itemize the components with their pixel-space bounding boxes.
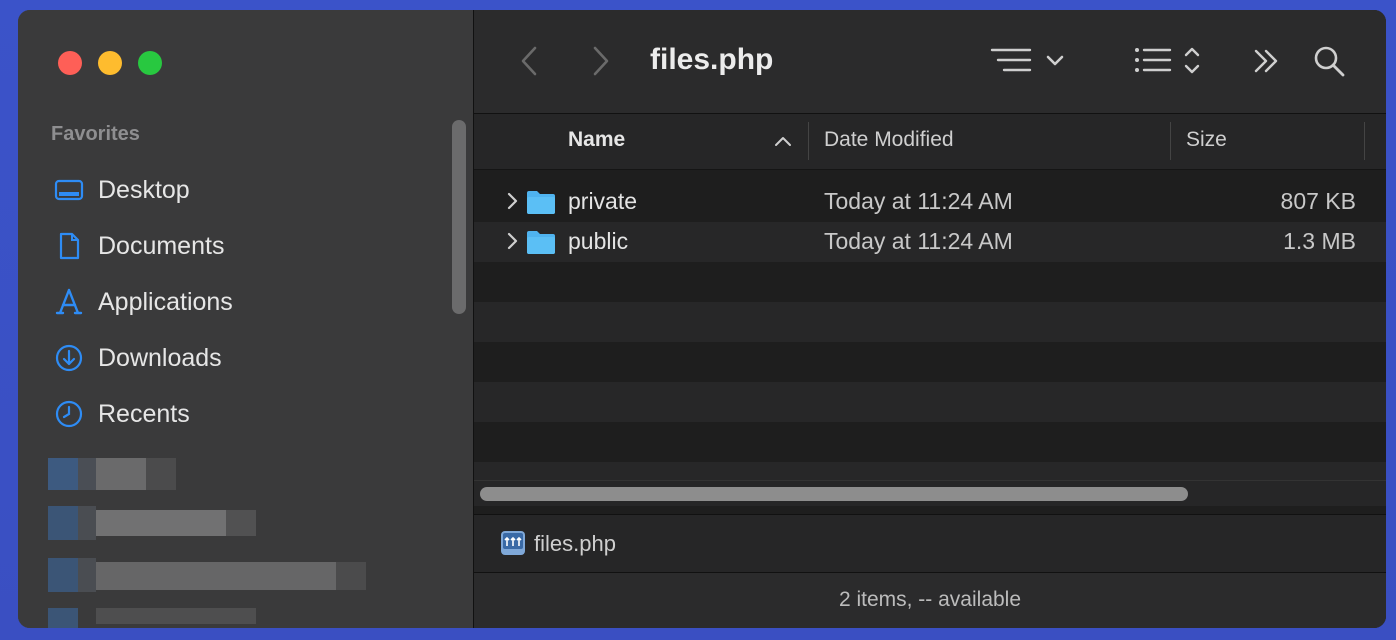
disclosure-chevron-icon[interactable] (506, 230, 520, 258)
applications-icon (52, 285, 86, 319)
horizontal-scrollbar-track (474, 480, 1386, 506)
sidebar-item-recents[interactable]: Recents (52, 386, 233, 442)
minimize-button[interactable] (98, 51, 122, 75)
empty-row (474, 342, 1386, 382)
chevron-left-icon (521, 46, 537, 76)
favorites-heading: Favorites (51, 123, 140, 145)
column-headers: Name Date Modified Size (474, 114, 1386, 170)
search-icon (1314, 46, 1345, 77)
sidebar-item-desktop[interactable]: Desktop (52, 162, 233, 218)
sidebar: Favorites Desktop Documents Applications (18, 10, 474, 628)
group-by-button[interactable] (990, 44, 1070, 78)
chevron-right-icon (593, 46, 609, 76)
sort-ascending-icon[interactable] (774, 130, 792, 154)
folder-icon (526, 228, 556, 262)
clock-icon (52, 397, 86, 431)
sidebar-item-downloads[interactable]: Downloads (52, 330, 233, 386)
favorites-list: Desktop Documents Applications Downloads (52, 162, 233, 442)
empty-row (474, 382, 1386, 422)
path-bar: files.php (474, 514, 1386, 572)
sidebar-item-label: Downloads (98, 343, 222, 372)
toolbar: files.php (474, 10, 1386, 114)
downloads-icon (52, 341, 86, 375)
column-header-name[interactable]: Name (568, 128, 625, 152)
file-date: Today at 11:24 AM (824, 228, 1013, 254)
sidebar-item-applications[interactable]: Applications (52, 274, 233, 330)
close-button[interactable] (58, 51, 82, 75)
sidebar-item-label: Desktop (98, 175, 190, 204)
forward-button[interactable] (590, 44, 612, 87)
folder-icon (526, 188, 556, 222)
empty-row (474, 262, 1386, 302)
sidebar-item-label: Documents (98, 231, 225, 260)
window-title: files.php (650, 43, 774, 76)
file-size: 807 KB (1280, 188, 1356, 214)
list-view-icon (1135, 47, 1200, 74)
column-separator[interactable] (808, 122, 809, 160)
status-bar: 2 items, -- available (474, 572, 1386, 628)
view-options-button[interactable] (1134, 44, 1206, 78)
disclosure-chevron-icon[interactable] (506, 190, 520, 218)
group-list-icon (990, 48, 1064, 72)
horizontal-scrollbar[interactable] (480, 487, 1188, 501)
more-toolbar-button[interactable] (1252, 44, 1282, 78)
desktop-icon (52, 173, 86, 207)
network-drive-icon[interactable] (500, 529, 526, 563)
sidebar-item-label: Recents (98, 399, 190, 428)
empty-row (474, 302, 1386, 342)
path-item[interactable]: files.php (534, 531, 616, 557)
main-pane: files.php Name Date Modified Size privat… (474, 10, 1386, 628)
sidebar-scrollbar[interactable] (452, 120, 466, 314)
empty-row (474, 422, 1386, 462)
file-date: Today at 11:24 AM (824, 188, 1013, 214)
file-name: private (568, 188, 638, 214)
status-text: 2 items, -- available (838, 588, 1022, 611)
file-row-public[interactable]: public Today at 11:24 AM 1.3 MB (474, 222, 1386, 262)
column-separator[interactable] (1170, 122, 1171, 160)
double-chevron-icon (1254, 49, 1278, 73)
file-row-private[interactable]: private Today at 11:24 AM 807 KB (474, 182, 1386, 222)
finder-window: Favorites Desktop Documents Applications (18, 10, 1386, 628)
column-header-date[interactable]: Date Modified (824, 128, 954, 152)
sidebar-item-documents[interactable]: Documents (52, 218, 233, 274)
column-header-size[interactable]: Size (1186, 128, 1227, 152)
file-size: 1.3 MB (1283, 228, 1356, 254)
document-icon (52, 229, 86, 263)
redacted-sidebar-items (30, 440, 410, 628)
back-button[interactable] (518, 44, 540, 87)
file-name: public (568, 228, 629, 254)
zoom-button[interactable] (138, 51, 162, 75)
column-separator[interactable] (1364, 122, 1365, 160)
sidebar-item-label: Applications (98, 287, 233, 316)
search-button[interactable] (1312, 44, 1346, 78)
window-controls (58, 51, 162, 75)
file-list: private Today at 11:24 AM 807 KB public … (474, 170, 1386, 514)
